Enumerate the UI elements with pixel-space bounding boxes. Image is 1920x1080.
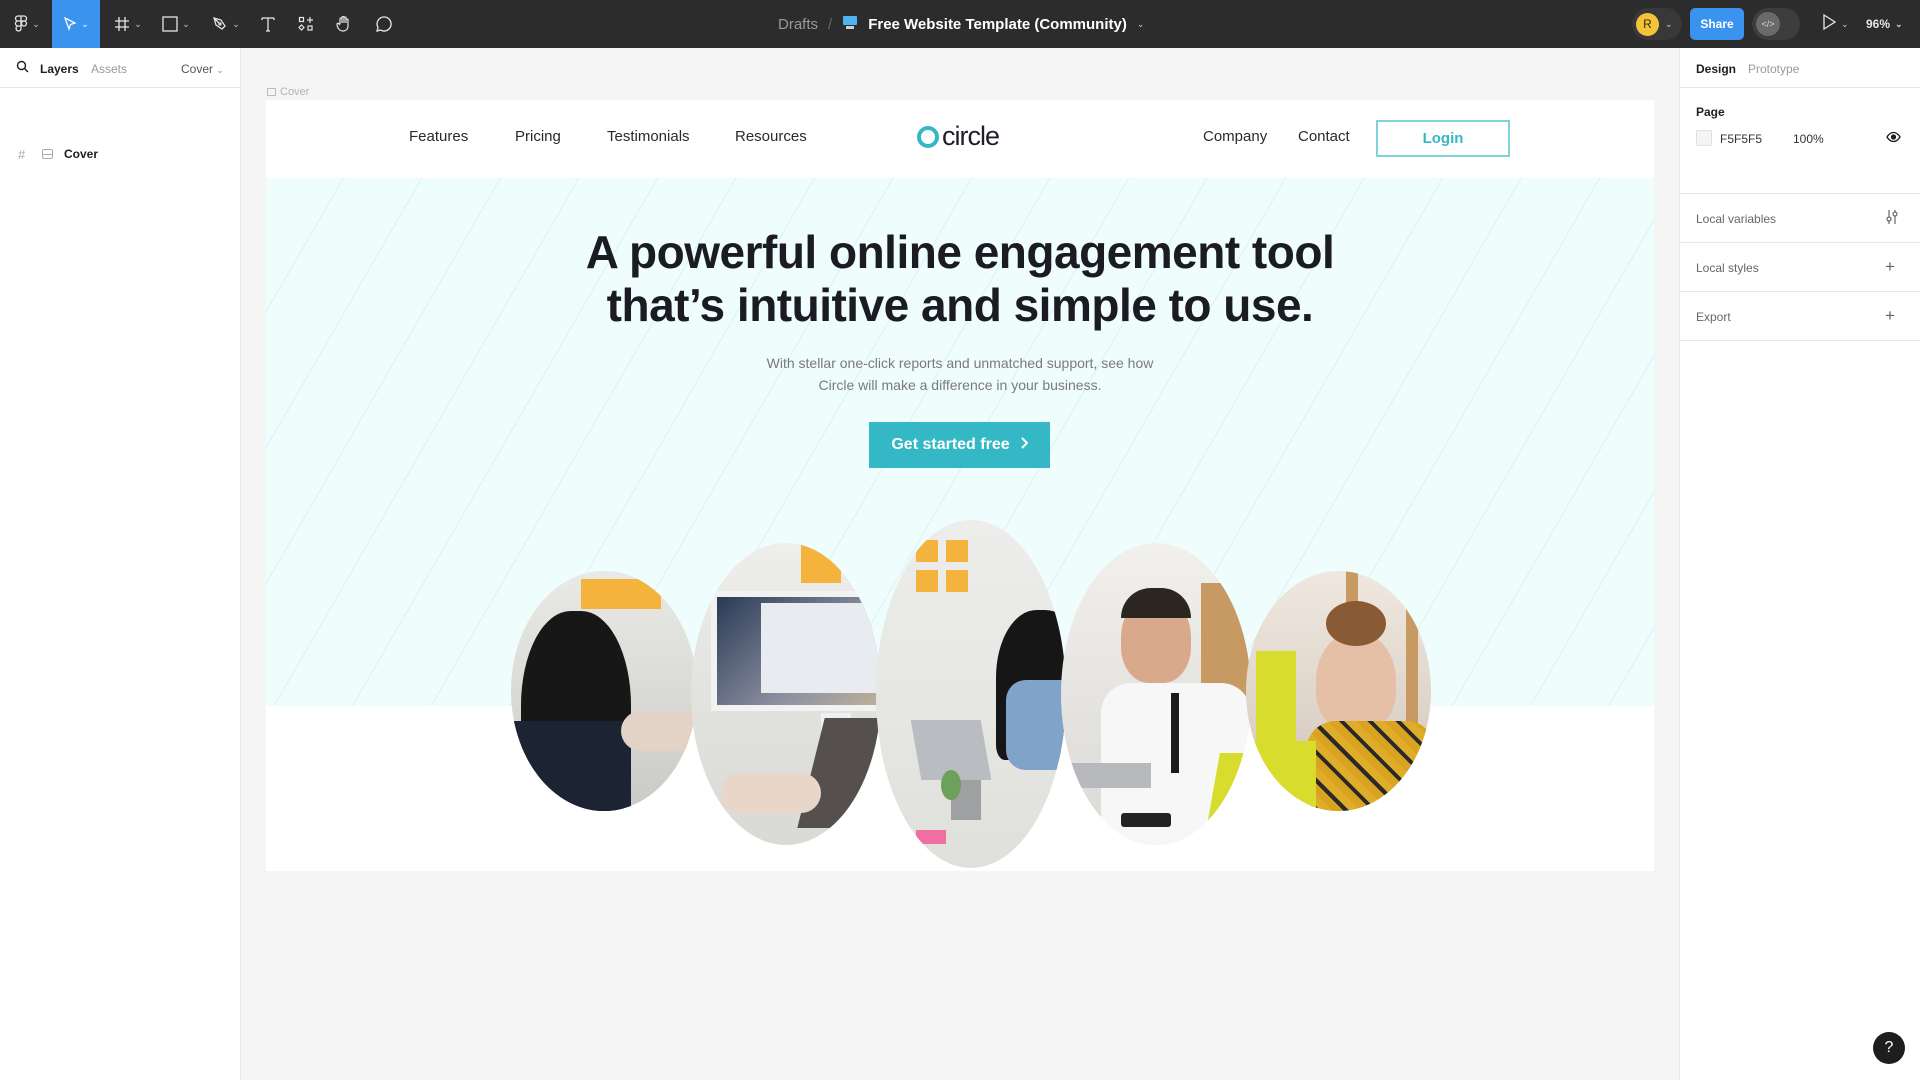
play-icon [1822, 13, 1837, 35]
chevron-down-icon[interactable]: ⌄ [1137, 19, 1145, 30]
components-icon [298, 16, 314, 32]
zoom-level-value: 96% [1866, 17, 1891, 31]
zoom-level-dropdown[interactable]: 96% ⌄ [1866, 0, 1903, 48]
plus-icon[interactable]: + [1885, 307, 1895, 324]
monitor-emoji-icon [842, 15, 858, 34]
frame-tool-button[interactable]: ⌄ [108, 0, 148, 48]
text-tool-button[interactable] [252, 0, 284, 48]
sliders-icon[interactable] [1885, 209, 1899, 228]
frame-hash-icon [114, 16, 130, 32]
chevron-down-icon: ⌄ [1895, 18, 1903, 29]
page-section: Page F5F5F5 100% [1680, 88, 1920, 194]
code-brackets-icon: </> [1756, 12, 1780, 36]
resources-tool-button[interactable] [290, 0, 322, 48]
right-panel-tabs: Design Prototype [1680, 48, 1920, 88]
move-tool-button[interactable]: ⌄ [52, 0, 100, 48]
local-styles-label: Local styles [1696, 261, 1759, 275]
chevron-down-icon: ⌄ [232, 18, 240, 29]
chevron-down-icon: ⌄ [32, 18, 40, 29]
hand-tool-button[interactable] [328, 0, 360, 48]
frame-icon [267, 88, 276, 96]
help-button[interactable]: ? [1873, 1032, 1905, 1064]
export-section[interactable]: Export + [1680, 292, 1920, 341]
move-cursor-icon [63, 17, 77, 31]
chevron-down-icon: ⌄ [1665, 18, 1673, 29]
cover-frame[interactable]: A powerful online engagement tool that’s… [266, 100, 1654, 871]
share-button[interactable]: Share [1690, 8, 1744, 40]
chevron-down-icon: ⌄ [216, 65, 224, 75]
chevron-down-icon: ⌄ [134, 18, 142, 29]
layer-name: Cover [64, 147, 99, 161]
meeting-photo-2 [691, 543, 881, 845]
chevron-down-icon: ⌄ [81, 18, 89, 29]
meeting-photo-1 [511, 571, 697, 811]
meeting-photo-4 [1061, 543, 1251, 845]
breadcrumb-drafts-link[interactable]: Drafts [778, 16, 818, 33]
frame-hash-icon: # [18, 146, 26, 162]
file-title[interactable]: Free Website Template (Community) [868, 16, 1127, 33]
present-button[interactable]: ⌄ [1822, 0, 1849, 48]
left-panel-tabs: Layers Assets Cover ⌄ [0, 48, 240, 88]
canvas[interactable]: Cover A powerful online engagement tool … [241, 48, 1679, 1080]
eye-icon[interactable] [1886, 131, 1901, 146]
pen-tool-button[interactable]: ⌄ [206, 0, 246, 48]
breadcrumb-separator: / [828, 15, 833, 33]
avatar[interactable]: R [1636, 12, 1659, 36]
comment-icon [375, 15, 393, 33]
text-icon [260, 16, 276, 32]
hand-icon [335, 15, 353, 33]
page-color-opacity[interactable]: 100% [1793, 132, 1824, 146]
page-color-hex[interactable]: F5F5F5 [1720, 132, 1762, 146]
figma-logo-icon [14, 15, 28, 33]
chevron-down-icon: ⌄ [1841, 18, 1849, 29]
plus-icon[interactable]: + [1885, 258, 1895, 275]
tab-prototype[interactable]: Prototype [1748, 62, 1799, 76]
meeting-photo-3 [876, 520, 1066, 868]
team-photo-collage [266, 100, 1654, 871]
layer-item[interactable]: # Cover [0, 140, 240, 168]
local-variables-section[interactable]: Local variables [1680, 194, 1920, 243]
page-selector-label: Cover [181, 62, 214, 76]
frame-label[interactable]: Cover [267, 86, 309, 98]
frame-label-text: Cover [280, 86, 310, 98]
page-color-swatch[interactable] [1696, 130, 1712, 146]
multiplayer-avatars[interactable]: R ⌄ [1632, 8, 1682, 40]
shape-tool-button[interactable]: ⌄ [156, 0, 196, 48]
tab-design[interactable]: Design [1696, 62, 1736, 76]
design-panel: Design Prototype Page F5F5F5 100% Local … [1679, 48, 1920, 1080]
frame-icon [42, 149, 53, 159]
dev-mode-toggle[interactable]: </> [1752, 8, 1800, 40]
main-menu-button[interactable]: ⌄ [8, 0, 46, 48]
rectangle-icon [162, 16, 178, 32]
comment-tool-button[interactable] [368, 0, 400, 48]
search-icon[interactable] [16, 60, 29, 76]
tab-assets[interactable]: Assets [91, 62, 127, 76]
meeting-photo-5 [1246, 571, 1431, 811]
local-variables-label: Local variables [1696, 212, 1777, 226]
export-label: Export [1696, 310, 1731, 324]
breadcrumb: Drafts / Free Website Template (Communit… [778, 0, 1144, 48]
page-selector[interactable]: Cover ⌄ [181, 62, 224, 76]
page-section-title: Page [1696, 105, 1725, 119]
layers-panel: Layers Assets Cover ⌄ # Cover [0, 48, 241, 1080]
tab-layers[interactable]: Layers [40, 62, 79, 76]
pen-icon [212, 16, 228, 32]
local-styles-section[interactable]: Local styles + [1680, 243, 1920, 292]
chevron-down-icon: ⌄ [182, 18, 190, 29]
top-toolbar: ⌄ ⌄ ⌄ ⌄ ⌄ Drafts / Free Website Template… [0, 0, 1920, 48]
